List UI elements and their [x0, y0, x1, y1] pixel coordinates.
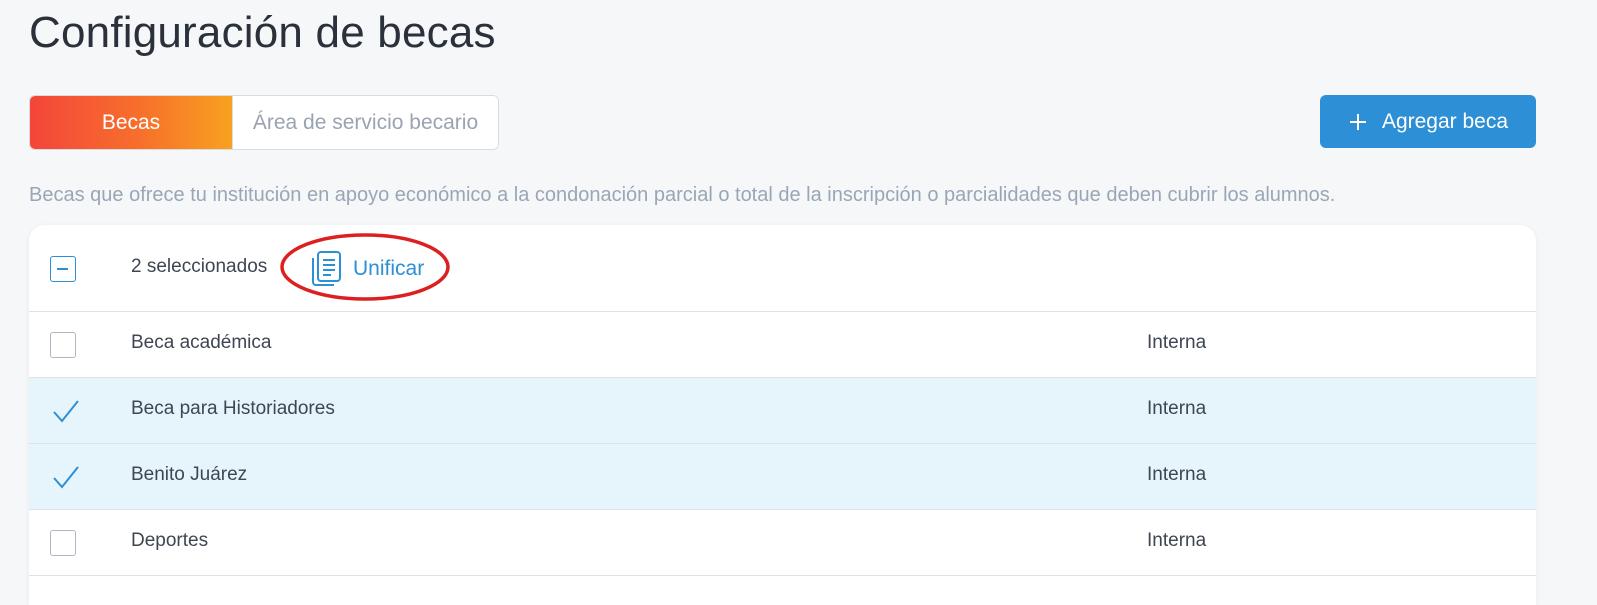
- tab-bar: Becas Área de servicio becario: [29, 95, 499, 150]
- unify-label: Unificar: [353, 257, 425, 280]
- plus-icon: [1348, 112, 1368, 132]
- table-row[interactable]: Beca para Historiadores Interna: [29, 378, 1536, 444]
- table-toolbar: 2 seleccionados Unificar: [29, 225, 1536, 312]
- page-title: Configuración de becas: [29, 8, 496, 57]
- check-icon[interactable]: [51, 397, 81, 425]
- row-name: Deportes: [131, 530, 209, 551]
- row-type: Interna: [1147, 398, 1207, 419]
- tab-area-servicio-becario[interactable]: Área de servicio becario: [232, 96, 498, 149]
- scholarship-table: 2 seleccionados Unificar Beca académica …: [29, 225, 1536, 605]
- unify-button[interactable]: Unificar: [309, 247, 424, 291]
- select-all-checkbox[interactable]: [50, 256, 76, 282]
- row-type: Interna: [1147, 530, 1207, 551]
- add-scholarship-button[interactable]: Agregar beca: [1320, 95, 1536, 148]
- add-scholarship-label: Agregar beca: [1381, 109, 1509, 133]
- indeterminate-dash-icon: [57, 268, 68, 270]
- row-checkbox[interactable]: [50, 332, 76, 358]
- row-name: Beca académica: [131, 332, 272, 353]
- table-row[interactable]: Deportes Interna: [29, 510, 1536, 576]
- row-type: Interna: [1147, 332, 1207, 353]
- row-name: Benito Juárez: [131, 464, 248, 485]
- row-type: Interna: [1147, 464, 1207, 485]
- row-checkbox[interactable]: [50, 530, 76, 556]
- tab-becas[interactable]: Becas: [30, 96, 232, 149]
- check-icon[interactable]: [51, 463, 81, 491]
- table-row[interactable]: Benito Juárez Interna: [29, 444, 1536, 510]
- page-description: Becas que ofrece tu institución en apoyo…: [29, 184, 1336, 206]
- selected-count: 2 seleccionados: [131, 256, 268, 277]
- copy-document-icon: [309, 250, 343, 288]
- table-row[interactable]: Beca académica Interna: [29, 312, 1536, 378]
- row-name: Beca para Historiadores: [131, 398, 335, 419]
